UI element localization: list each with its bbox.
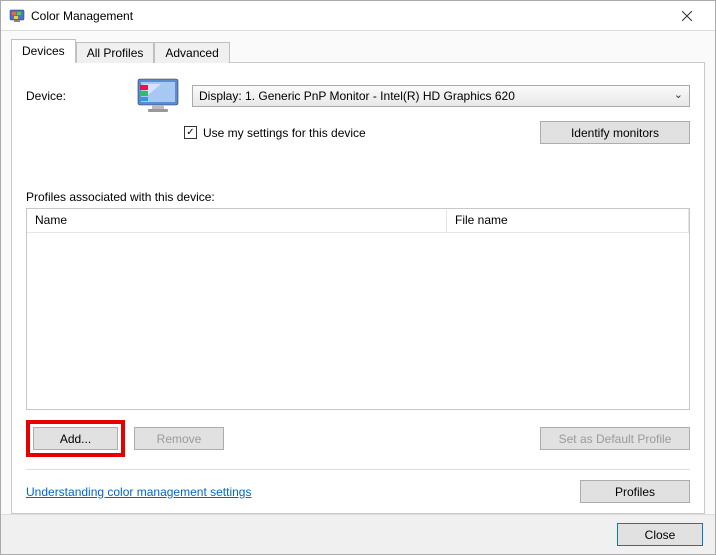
device-dropdown[interactable]: Display: 1. Generic PnP Monitor - Intel(… [192,85,690,107]
content-area: Devices All Profiles Advanced Device: [1,31,715,514]
column-header-filename[interactable]: File name [447,209,689,232]
use-my-settings-label: Use my settings for this device [203,126,366,140]
window-title: Color Management [31,9,667,23]
device-subrow: ✓ Use my settings for this device Identi… [184,121,690,144]
monitor-icon [134,77,184,115]
close-button[interactable]: Close [617,523,703,546]
use-my-settings-checkbox[interactable]: ✓ Use my settings for this device [184,126,366,140]
tab-all-profiles[interactable]: All Profiles [76,42,155,63]
tab-advanced[interactable]: Advanced [154,42,229,63]
tab-pane-devices: Device: Display: 1. Generic PnP Monit [11,62,705,514]
dialog-footer: Close [1,514,715,554]
close-icon [682,11,692,21]
remove-button: Remove [134,427,224,450]
window-close-button[interactable] [667,2,707,30]
divider [26,469,690,470]
tab-devices[interactable]: Devices [11,39,76,63]
profiles-section-label: Profiles associated with this device: [26,190,690,204]
color-management-dialog: Color Management Devices All Profiles Ad… [0,0,716,555]
bottom-row: Understanding color management settings … [26,480,690,503]
add-button-highlight: Add... [26,420,125,457]
chevron-down-icon: ⌄ [674,88,683,101]
profiles-list-body[interactable] [27,233,689,409]
tab-strip: Devices All Profiles Advanced [11,39,705,63]
understanding-link[interactable]: Understanding color management settings [26,485,251,499]
column-header-name[interactable]: Name [27,209,447,232]
profiles-list-header: Name File name [27,209,689,233]
device-label: Device: [26,89,126,103]
app-icon [9,8,25,24]
titlebar: Color Management [1,1,715,31]
device-dropdown-text: Display: 1. Generic PnP Monitor - Intel(… [199,89,515,103]
device-row: Device: Display: 1. Generic PnP Monit [26,77,690,115]
profiles-button[interactable]: Profiles [580,480,690,503]
identify-monitors-button[interactable]: Identify monitors [540,121,690,144]
add-button[interactable]: Add... [33,427,118,450]
profiles-list: Name File name [26,208,690,410]
profile-actions-row: Add... Remove Set as Default Profile [26,420,690,457]
set-default-profile-button: Set as Default Profile [540,427,690,450]
checkbox-icon: ✓ [184,126,197,139]
